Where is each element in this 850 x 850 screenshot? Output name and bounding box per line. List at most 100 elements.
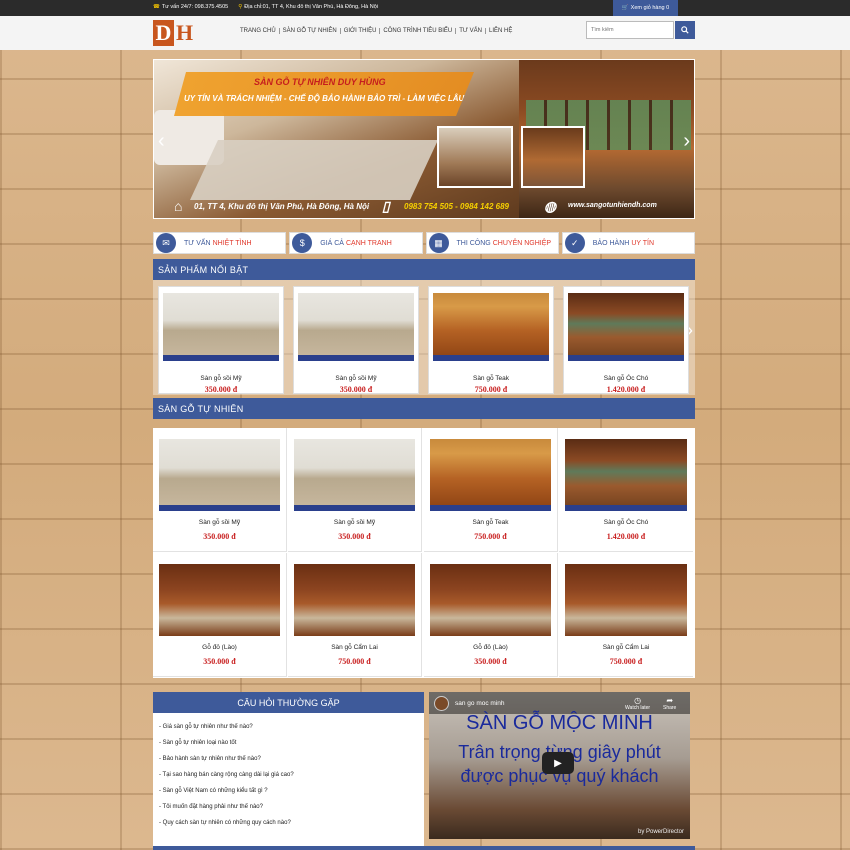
- watch-later-button[interactable]: ◷ Watch later: [625, 696, 650, 711]
- faq-item[interactable]: - Sàn gỗ tự nhiên loại nào tốt: [159, 735, 424, 751]
- share-icon: ➦: [666, 696, 674, 705]
- faq-item[interactable]: - Sàn gỗ Việt Nam có những kiểu tất gì ?: [159, 783, 424, 799]
- nav-about[interactable]: GIỚI THIỆU: [341, 28, 381, 34]
- product-name[interactable]: Gỗ đỏ (Lào): [424, 644, 557, 651]
- product-name[interactable]: Sàn gỗ Óc Chó: [564, 375, 688, 382]
- product-image[interactable]: [298, 293, 414, 361]
- nav-projects[interactable]: CÔNG TRÌNH TIÊU BIỂU: [380, 28, 457, 34]
- top-address-text: Địa chỉ:01, TT 4, Khu đô thị Văn Phú, Hà…: [244, 4, 378, 10]
- mobile-phone-icon: ▯: [382, 198, 390, 214]
- feature-highlight: NHIỆT TÌNH: [212, 239, 252, 247]
- slide-footer: ⌂ 01, TT 4, Khu đô thị Văn Phú, Hà Đông,…: [154, 190, 694, 218]
- hero-slider[interactable]: SÀN GỖ TỰ NHIÊN DUY HÙNG UY TÍN VÀ TRÁCH…: [153, 59, 695, 219]
- slide-title: SÀN GỖ TỰ NHIÊN DUY HÙNG: [254, 77, 386, 87]
- product-card[interactable]: Sàn gỗ Teak 750.000 đ: [428, 286, 554, 394]
- nav-advice[interactable]: TƯ VẤN: [456, 28, 487, 34]
- faq-panel: CÂU HỎI THƯỜNG GẶP - Giá sàn gỗ tự nhiên…: [153, 692, 424, 850]
- slide-subtitle: UY TÍN VÀ TRÁCH NHIỆM - CHẾ ĐỘ BẢO HÀNH …: [184, 94, 481, 103]
- building-icon: ▦: [428, 233, 449, 253]
- product-card[interactable]: Sàn gỗ sồi Mỹ 350.000 đ: [288, 428, 422, 552]
- faq-item[interactable]: - Giá sàn gỗ tự nhiên như thế nào?: [159, 719, 424, 735]
- product-card[interactable]: Gỗ đỏ (Lào) 350.000 đ: [424, 553, 558, 677]
- feature-highlight: CẠNH TRANH: [345, 239, 392, 247]
- product-name[interactable]: Sàn gỗ Teak: [429, 375, 553, 382]
- product-card[interactable]: Sàn gỗ sồi Mỹ 350.000 đ: [293, 286, 419, 394]
- product-price: 750.000 đ: [609, 657, 643, 666]
- faq-item[interactable]: - Bảo hành sàn tự nhiên như thế nào?: [159, 751, 424, 767]
- product-card[interactable]: Gỗ đỏ (Lào) 350.000 đ: [153, 553, 287, 677]
- product-grid: Sàn gỗ sồi Mỹ 350.000 đ Sàn gỗ sồi Mỹ 35…: [153, 428, 695, 678]
- product-image[interactable]: [430, 564, 551, 636]
- product-name[interactable]: Sàn gỗ Teak: [424, 519, 557, 526]
- nav-natural-wood[interactable]: SÀN GỖ TỰ NHIÊN: [280, 28, 341, 34]
- product-image[interactable]: [163, 293, 279, 361]
- featured-section-title: SẢN PHẨM NỔI BẬT: [153, 259, 695, 280]
- product-price: 350.000 đ: [338, 532, 371, 541]
- product-price: 350.000 đ: [339, 385, 373, 394]
- product-image[interactable]: [565, 439, 687, 511]
- feature-label: THI CÔNG: [456, 239, 491, 247]
- faq-item[interactable]: - Quy cách sàn tự nhiên có những quy các…: [159, 815, 424, 831]
- feature-strip: ✉ TƯ VẤN NHIỆT TÌNH $ GIÁ CẢ CẠNH TRANH ▦ …: [153, 232, 695, 254]
- view-cart-button[interactable]: 🛒 Xem giỏ hàng 0: [613, 0, 678, 16]
- video-player[interactable]: san go moc minh ◷ Watch later ➦ Share SÀ…: [429, 692, 690, 839]
- top-contact: ☎ Tư vấn 24/7: 098.375.4505 ⚲ Địa chỉ:01, …: [153, 4, 378, 10]
- product-card[interactable]: Sàn gỗ Cẩm Lai 750.000 đ: [288, 553, 422, 677]
- video-channel-name[interactable]: san go moc minh: [455, 700, 505, 707]
- search-input[interactable]: [586, 21, 674, 39]
- faq-item[interactable]: - Tại sao hàng bán càng rộng càng dài lạ…: [159, 767, 424, 783]
- location-pin-icon: ⚲: [238, 4, 243, 10]
- product-image[interactable]: [159, 439, 280, 511]
- video-headline-1: SÀN GỖ MỘC MINH: [466, 712, 653, 734]
- product-image[interactable]: [433, 293, 549, 361]
- product-card[interactable]: Sàn gỗ Teak 750.000 đ: [424, 428, 558, 552]
- search-button[interactable]: [675, 21, 695, 39]
- featured-carousel: ‹ › Sàn gỗ sồi Mỹ 350.000 đ Sàn gỗ sồi M…: [153, 280, 695, 395]
- video-header: san go moc minh: [429, 692, 690, 714]
- product-name[interactable]: Sàn gỗ Cẩm Lai: [288, 644, 421, 651]
- faq-item[interactable]: - Tôi muốn đặt hàng phải như thế nào?: [159, 799, 424, 815]
- slide-banner: SÀN GỖ TỰ NHIÊN DUY HÙNG UY TÍN VÀ TRÁCH…: [174, 72, 474, 116]
- header: D H TRANG CHỦ SÀN GỖ TỰ NHIÊN GIỚI THIỆU…: [0, 16, 850, 50]
- share-button[interactable]: ➦ Share: [663, 696, 676, 711]
- slider-next-arrow[interactable]: ›: [683, 130, 690, 153]
- top-address: ⚲ Địa chỉ:01, TT 4, Khu đô thị Văn Phú, H…: [238, 4, 378, 10]
- product-image[interactable]: [159, 564, 280, 636]
- logo[interactable]: D H: [153, 20, 195, 46]
- channel-avatar[interactable]: [434, 696, 449, 711]
- product-card[interactable]: Sàn gỗ sồi Mỹ 350.000 đ: [153, 428, 287, 552]
- slide-website: www.sangotunhiendh.com: [568, 202, 657, 209]
- product-image[interactable]: [565, 564, 687, 636]
- product-card[interactable]: Sàn gỗ Óc Chó 1.420.000 đ: [563, 286, 689, 394]
- faq-list: - Giá sàn gỗ tự nhiên như thế nào? - Sàn…: [153, 713, 424, 831]
- product-name[interactable]: Sàn gỗ Cẩm Lai: [559, 644, 693, 651]
- cart-icon: 🛒: [621, 5, 629, 11]
- product-name[interactable]: Sàn gỗ sồi Mỹ: [153, 519, 286, 526]
- product-image[interactable]: [294, 439, 415, 511]
- product-name[interactable]: Sàn gỗ Óc Chó: [559, 519, 693, 526]
- product-image[interactable]: [430, 439, 551, 511]
- bottom-bar: [153, 846, 695, 850]
- product-name[interactable]: Gỗ đỏ (Lào): [153, 644, 286, 651]
- hotline-text: Tư vấn 24/7: 098.375.4505: [161, 4, 229, 10]
- play-button[interactable]: ▶: [542, 752, 574, 774]
- globe-icon: ◍: [544, 198, 557, 214]
- product-card[interactable]: Sàn gỗ Cẩm Lai 750.000 đ: [559, 553, 693, 677]
- product-image[interactable]: [294, 564, 415, 636]
- main-nav: TRANG CHỦ SÀN GỖ TỰ NHIÊN GIỚI THIỆU CÔN…: [237, 28, 515, 34]
- nav-home[interactable]: TRANG CHỦ: [237, 28, 280, 34]
- product-card[interactable]: Sàn gỗ sồi Mỹ 350.000 đ: [158, 286, 284, 394]
- product-price: 750.000 đ: [474, 385, 508, 394]
- nav-contact[interactable]: LIÊN HỆ: [486, 28, 515, 34]
- product-image[interactable]: [568, 293, 684, 361]
- product-name[interactable]: Sàn gỗ sồi Mỹ: [159, 375, 283, 382]
- slider-prev-arrow[interactable]: ‹: [158, 130, 165, 153]
- slide-thumbnail-2: [521, 126, 585, 188]
- product-name[interactable]: Sàn gỗ sồi Mỹ: [294, 375, 418, 382]
- product-card[interactable]: Sàn gỗ Óc Chó 1.420.000 đ: [559, 428, 693, 552]
- video-watermark: by PowerDirector: [637, 829, 684, 835]
- product-name[interactable]: Sàn gỗ sồi Mỹ: [288, 519, 421, 526]
- natural-section-title: SÀN GỖ TỰ NHIÊN: [153, 398, 695, 419]
- product-price: 750.000 đ: [474, 532, 507, 541]
- slide-address: 01, TT 4, Khu đô thị Văn Phú, Hà Đông, H…: [194, 202, 370, 211]
